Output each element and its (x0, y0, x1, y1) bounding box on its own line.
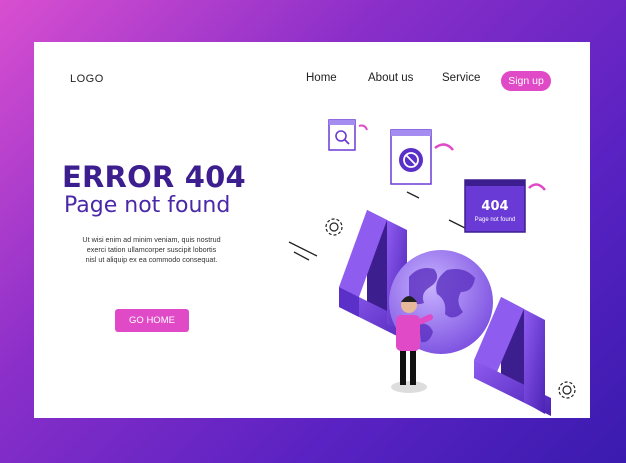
nav-home-link[interactable]: Home (306, 72, 337, 84)
gear-icon (325, 218, 343, 236)
error-404-illustration: 404 Page not found (288, 119, 576, 416)
landing-page: LOGO Home About us Service Sign up ERROR… (34, 42, 590, 418)
go-home-button[interactable]: GO HOME (115, 309, 189, 332)
signup-button[interactable]: Sign up (501, 71, 551, 91)
browser-window-search (328, 119, 368, 151)
error-subtitle: Page not found (64, 193, 231, 218)
gear-icon (558, 381, 576, 399)
nav-about-link[interactable]: About us (368, 72, 413, 84)
description-line: exerci tation ullamcorper suscipit lobor… (86, 245, 217, 254)
card-404-number: 404 (481, 199, 508, 214)
description-line: Ut wisi enim ad minim veniam, quis nostr… (82, 235, 221, 244)
browser-window-404-card: 404 Page not found (464, 179, 546, 233)
browser-window-blocked (390, 129, 454, 185)
error-description: Ut wisi enim ad minim veniam, quis nostr… (64, 235, 239, 265)
logo[interactable]: LOGO (70, 73, 104, 85)
error-title: ERROR 404 (62, 160, 246, 194)
nav-service-link[interactable]: Service (442, 72, 480, 84)
description-line: nisl ut aliquip ex ea commodo consequat. (85, 255, 218, 264)
card-404-label: Page not found (475, 217, 516, 223)
